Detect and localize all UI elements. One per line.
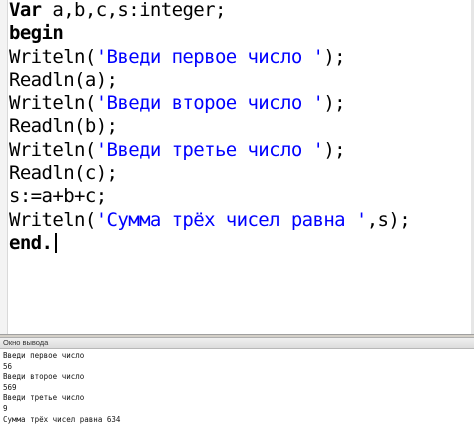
code-token: Readln(b);	[9, 115, 118, 138]
output-window-title: Окно вывода	[0, 338, 474, 349]
output-line: Введи третье число	[3, 393, 85, 403]
code-line[interactable]: begin	[9, 22, 472, 45]
string-token: 'Сумма трёх чисел равна '	[95, 208, 368, 231]
code-line[interactable]: Readln(c);	[9, 162, 472, 185]
output-window: Окно вывода Введи первое число 56 Введи вт…	[0, 337, 474, 428]
text-cursor	[55, 233, 57, 254]
code-token: Writeln(	[9, 208, 96, 231]
code-token: );	[323, 92, 346, 115]
output-line: Сумма трёх чисел равна 634	[3, 414, 121, 424]
output-window-body: Введи первое число 56 Введи второе число 56…	[0, 349, 474, 425]
output-line: Введи первое число	[3, 351, 85, 360]
code-token: s:=a+b+c;	[9, 185, 107, 208]
keyword-token: begin	[9, 22, 64, 45]
code-line[interactable]: s:=a+b+c;	[9, 185, 472, 208]
output-line: 56	[3, 361, 13, 371]
code-line[interactable]: Writeln('Сумма трёх чисел равна ',s);	[9, 209, 472, 232]
output-line: 9	[3, 403, 8, 413]
output-line: Введи второе число	[3, 372, 85, 382]
code-line[interactable]: Var a,b,c,s:integer;	[9, 0, 472, 22]
string-token: 'Введи первое число '	[95, 45, 324, 68]
keyword-token: Var	[9, 0, 42, 21]
code-token: );	[323, 138, 346, 161]
string-token: 'Введи третье число '	[95, 138, 324, 161]
code-token: );	[323, 45, 346, 68]
code-token: Readln(c);	[9, 162, 118, 185]
code-line[interactable]: end.	[9, 232, 472, 255]
code-line[interactable]: Readln(a);	[9, 69, 472, 92]
string-token: 'Введи второе число '	[95, 92, 324, 115]
code-line[interactable]: Writeln('Введи третье число ');	[9, 139, 472, 162]
code-line[interactable]: Writeln('Введи второе число ');	[9, 92, 472, 115]
code-token: Readln(a);	[9, 68, 118, 91]
code-editor[interactable]: Var a,b,c,s:integer; begin Writeln('Введи …	[0, 0, 474, 334]
code-token: a,b,c,s:integer;	[41, 0, 226, 21]
code-line[interactable]: Readln(b);	[9, 115, 472, 138]
code-line[interactable]: Writeln('Введи первое число ');	[9, 46, 472, 69]
code-token: Writeln(	[9, 45, 96, 68]
code-token: ,s);	[366, 208, 411, 231]
editor-gutter	[0, 0, 8, 334]
code-area[interactable]: Var a,b,c,s:integer; begin Writeln('Введи …	[9, 0, 472, 255]
code-token: Writeln(	[9, 92, 96, 115]
output-line: 569	[3, 382, 17, 392]
code-token: Writeln(	[9, 138, 96, 161]
keyword-token: end.	[9, 231, 53, 254]
